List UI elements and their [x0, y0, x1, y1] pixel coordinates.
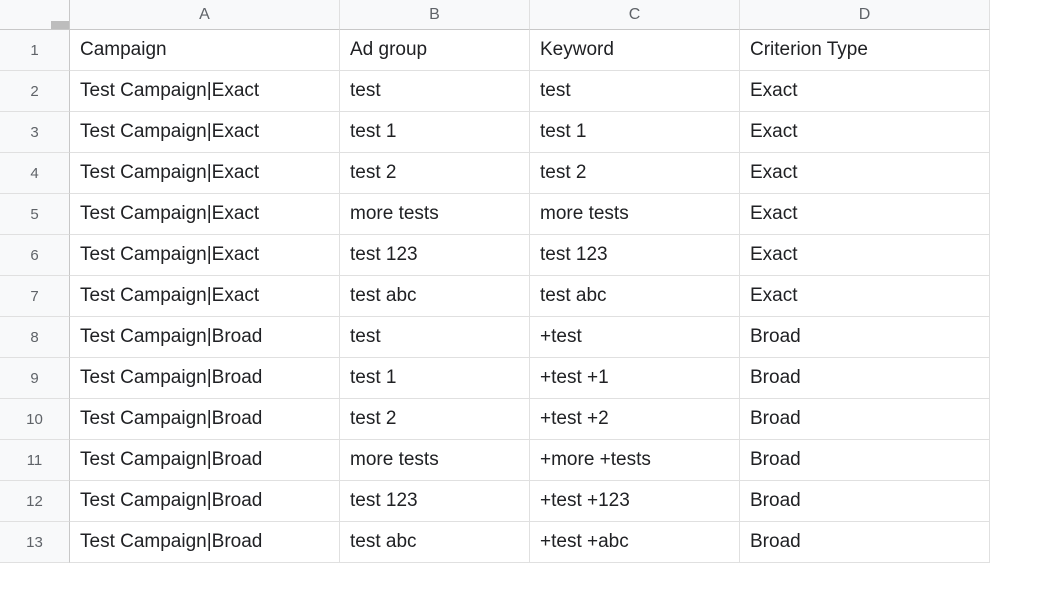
cell-A1[interactable]: Campaign: [70, 30, 340, 71]
cell-A5[interactable]: Test Campaign|Exact: [70, 194, 340, 235]
column-header-B[interactable]: B: [340, 0, 530, 30]
select-all-corner[interactable]: [0, 0, 70, 30]
cell-B8[interactable]: test: [340, 317, 530, 358]
row-header[interactable]: 2: [0, 71, 70, 112]
cell-D2[interactable]: Exact: [740, 71, 990, 112]
row-header[interactable]: 9: [0, 358, 70, 399]
cell-A8[interactable]: Test Campaign|Broad: [70, 317, 340, 358]
cell-B5[interactable]: more tests: [340, 194, 530, 235]
cell-D5[interactable]: Exact: [740, 194, 990, 235]
cell-D1[interactable]: Criterion Type: [740, 30, 990, 71]
cell-D9[interactable]: Broad: [740, 358, 990, 399]
row-header[interactable]: 11: [0, 440, 70, 481]
cell-B6[interactable]: test 123: [340, 235, 530, 276]
row-header[interactable]: 13: [0, 522, 70, 563]
cell-C8[interactable]: +test: [530, 317, 740, 358]
row-header[interactable]: 4: [0, 153, 70, 194]
row-header[interactable]: 5: [0, 194, 70, 235]
cell-C5[interactable]: more tests: [530, 194, 740, 235]
spreadsheet-grid[interactable]: A B C D 1 Campaign Ad group Keyword Crit…: [0, 0, 1058, 563]
cell-D3[interactable]: Exact: [740, 112, 990, 153]
cell-A13[interactable]: Test Campaign|Broad: [70, 522, 340, 563]
cell-C13[interactable]: +test +abc: [530, 522, 740, 563]
column-header-C[interactable]: C: [530, 0, 740, 30]
cell-C7[interactable]: test abc: [530, 276, 740, 317]
row-header[interactable]: 10: [0, 399, 70, 440]
row-header[interactable]: 3: [0, 112, 70, 153]
cell-A9[interactable]: Test Campaign|Broad: [70, 358, 340, 399]
cell-A10[interactable]: Test Campaign|Broad: [70, 399, 340, 440]
cell-B7[interactable]: test abc: [340, 276, 530, 317]
cell-C1[interactable]: Keyword: [530, 30, 740, 71]
cell-D11[interactable]: Broad: [740, 440, 990, 481]
cell-B10[interactable]: test 2: [340, 399, 530, 440]
cell-C12[interactable]: +test +123: [530, 481, 740, 522]
cell-C2[interactable]: test: [530, 71, 740, 112]
column-header-D[interactable]: D: [740, 0, 990, 30]
cell-B9[interactable]: test 1: [340, 358, 530, 399]
cell-B11[interactable]: more tests: [340, 440, 530, 481]
cell-A4[interactable]: Test Campaign|Exact: [70, 153, 340, 194]
cell-A7[interactable]: Test Campaign|Exact: [70, 276, 340, 317]
cell-B1[interactable]: Ad group: [340, 30, 530, 71]
cell-D8[interactable]: Broad: [740, 317, 990, 358]
cell-C9[interactable]: +test +1: [530, 358, 740, 399]
cell-C4[interactable]: test 2: [530, 153, 740, 194]
cell-D7[interactable]: Exact: [740, 276, 990, 317]
cell-A12[interactable]: Test Campaign|Broad: [70, 481, 340, 522]
cell-D4[interactable]: Exact: [740, 153, 990, 194]
column-header-A[interactable]: A: [70, 0, 340, 30]
cell-A11[interactable]: Test Campaign|Broad: [70, 440, 340, 481]
cell-C11[interactable]: +more +tests: [530, 440, 740, 481]
cell-A6[interactable]: Test Campaign|Exact: [70, 235, 340, 276]
cell-D13[interactable]: Broad: [740, 522, 990, 563]
cell-D12[interactable]: Broad: [740, 481, 990, 522]
cell-B4[interactable]: test 2: [340, 153, 530, 194]
cell-B12[interactable]: test 123: [340, 481, 530, 522]
row-header[interactable]: 12: [0, 481, 70, 522]
cell-B3[interactable]: test 1: [340, 112, 530, 153]
row-header[interactable]: 7: [0, 276, 70, 317]
cell-C6[interactable]: test 123: [530, 235, 740, 276]
cell-B2[interactable]: test: [340, 71, 530, 112]
cell-C3[interactable]: test 1: [530, 112, 740, 153]
row-header[interactable]: 8: [0, 317, 70, 358]
row-header[interactable]: 6: [0, 235, 70, 276]
row-header[interactable]: 1: [0, 30, 70, 71]
cell-D6[interactable]: Exact: [740, 235, 990, 276]
cell-B13[interactable]: test abc: [340, 522, 530, 563]
cell-A3[interactable]: Test Campaign|Exact: [70, 112, 340, 153]
cell-A2[interactable]: Test Campaign|Exact: [70, 71, 340, 112]
cell-D10[interactable]: Broad: [740, 399, 990, 440]
cell-C10[interactable]: +test +2: [530, 399, 740, 440]
